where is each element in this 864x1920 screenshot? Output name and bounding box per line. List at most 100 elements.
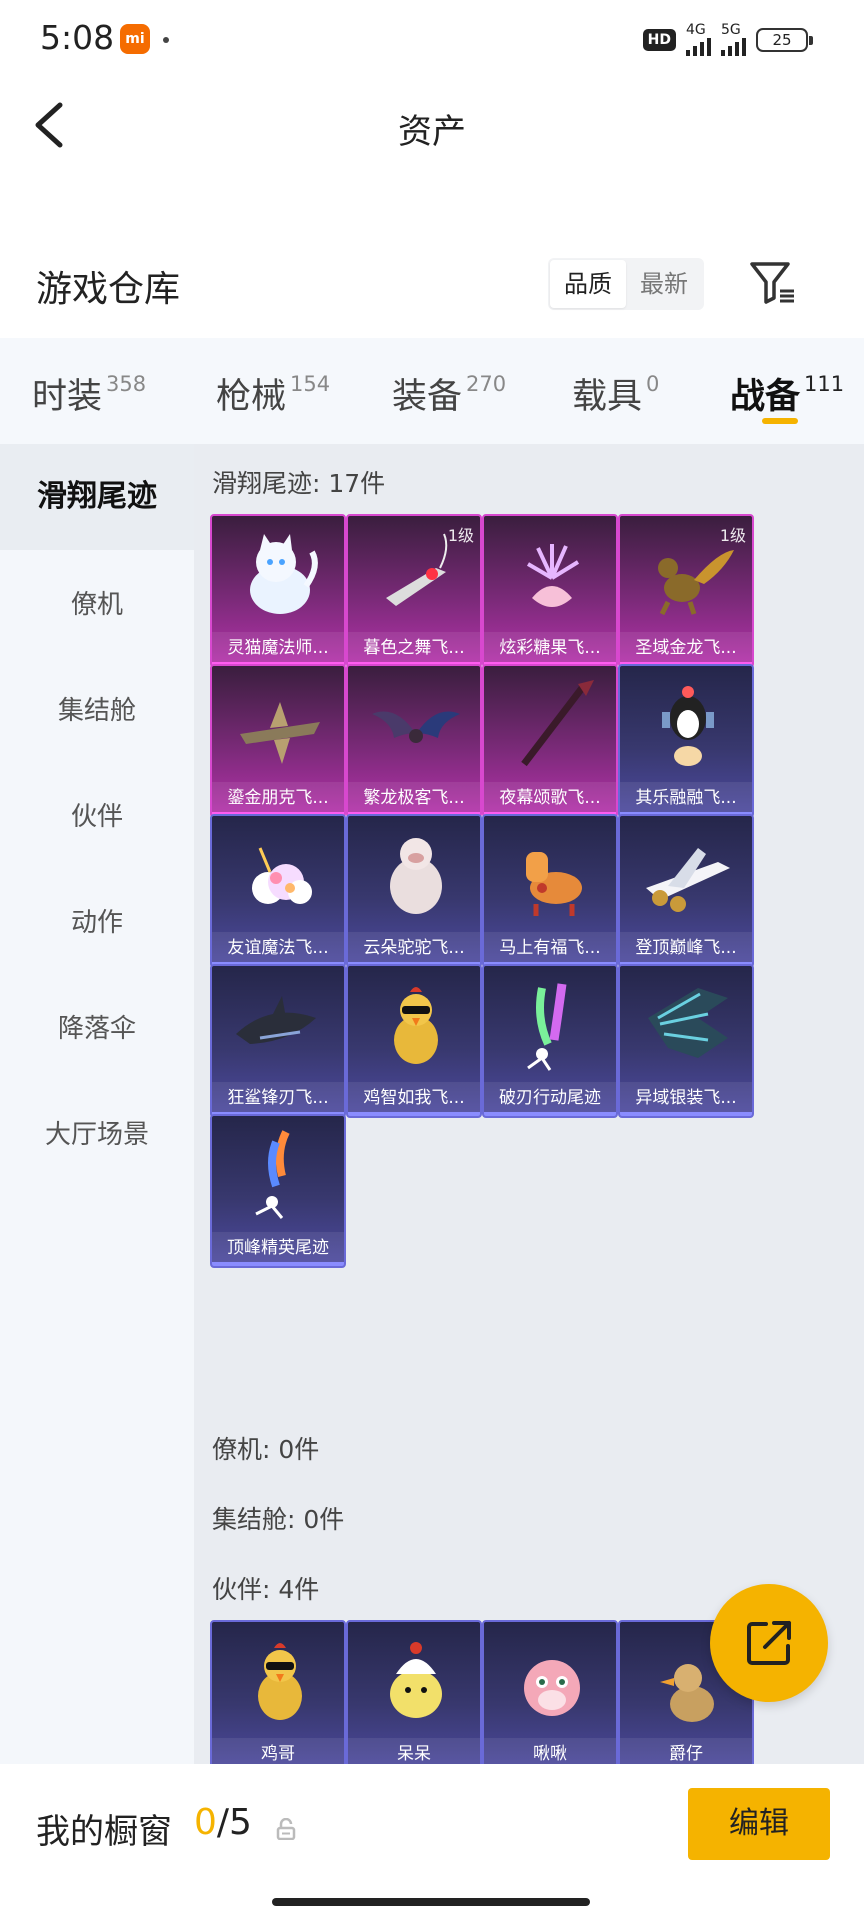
smoke-trail-icon — [527, 983, 567, 1071]
item-name: 友谊魔法飞... — [227, 938, 329, 958]
showcase-bar: 我的橱窗 0/5 编辑 — [0, 1764, 864, 1920]
item-card[interactable]: 顶峰精英尾迹 — [210, 1114, 346, 1268]
item-card[interactable]: 1级圣域金龙飞... — [618, 514, 754, 668]
rarity-bar — [212, 1262, 344, 1266]
bat-icon — [372, 711, 460, 743]
tab-firearms[interactable]: 枪械 154 — [216, 368, 330, 419]
item-name: 夜幕颂歌飞... — [499, 788, 601, 808]
tab-combat-prep[interactable]: 战备 111 — [730, 368, 844, 419]
sidebar-item-wingman[interactable]: 僚机 — [0, 580, 194, 630]
item-name: 鎏金朋克飞... — [227, 788, 329, 808]
item-name: 马上有福飞... — [499, 938, 601, 958]
item-card[interactable]: 夜幕颂歌飞... — [482, 664, 618, 818]
item-name: 爵仔 — [669, 1744, 703, 1764]
item-card[interactable]: 马上有福飞... — [482, 814, 618, 968]
item-card[interactable]: 呆呆 — [346, 1620, 482, 1764]
jet-icon — [646, 848, 730, 912]
section-label-partner: 伙伴: 4件 — [212, 1575, 320, 1604]
item-card[interactable]: 啾啾 — [482, 1620, 618, 1764]
section-label-assembly-pod: 集结舱: 0件 — [212, 1505, 345, 1534]
notification-dot-icon — [163, 37, 169, 43]
tab-label: 时装 — [32, 377, 103, 417]
horse-icon — [526, 852, 582, 916]
spear-icon — [521, 680, 594, 767]
item-card[interactable]: 狂鲨锋刃飞... — [210, 964, 346, 1118]
item-name: 繁龙极客飞... — [363, 788, 465, 808]
item-card[interactable]: 友谊魔法飞... — [210, 814, 346, 968]
item-card[interactable]: 其乐融融飞... — [618, 664, 754, 818]
item-card[interactable]: 异域银装飞... — [618, 964, 754, 1118]
cat-icon — [250, 534, 318, 614]
lock-icon — [276, 1818, 296, 1840]
showcase-count: 0/5 — [194, 1802, 252, 1843]
rarity-bar — [484, 1112, 616, 1116]
sidebar-item-partner[interactable]: 伙伴 — [0, 792, 194, 842]
app-root: 5:08 mi HD 4G 5G 25 资产 游戏仓库 品质 最新 时装 358… — [0, 0, 864, 1920]
item-card[interactable]: 破刃行动尾迹 — [482, 964, 618, 1118]
tab-label: 载具 — [572, 377, 643, 417]
item-card[interactable]: 炫彩糖果飞... — [482, 514, 618, 668]
sidebar-item-parachute[interactable]: 降落伞 — [0, 1004, 194, 1054]
battery-icon: 25 — [756, 28, 813, 52]
tab-equipment[interactable]: 装备 270 — [392, 368, 506, 419]
tab-count: 270 — [466, 372, 507, 396]
item-card[interactable]: 灵猫魔法师... — [210, 514, 346, 668]
hd-voice-icon: HD — [642, 29, 676, 51]
category-tabs: 时装 358 枪械 154 装备 270 载具 0 战备 111 — [0, 338, 864, 444]
item-name: 啾啾 — [533, 1744, 567, 1764]
alpaca-icon — [390, 838, 442, 914]
item-name: 云朵驼驼飞... — [363, 938, 465, 958]
level-badge: 1级 — [447, 526, 474, 545]
sort-quality-button[interactable]: 品质 — [550, 260, 626, 308]
bird-icon — [524, 1660, 580, 1716]
tab-vehicles[interactable]: 载具 0 — [572, 368, 659, 419]
chick-icon — [390, 1642, 442, 1718]
item-card[interactable]: 1级 暮色之舞飞... — [346, 514, 482, 668]
item-name: 鸡智如我飞... — [363, 1088, 465, 1108]
active-tab-indicator — [762, 418, 798, 424]
net-label-5g: 5G — [721, 22, 741, 38]
showcase-total: /5 — [216, 1802, 252, 1843]
sidebar-item-emote[interactable]: 动作 — [0, 898, 194, 948]
item-card[interactable]: 繁龙极客飞... — [346, 664, 482, 818]
level-badge: 1级 — [719, 526, 746, 545]
home-indicator — [272, 1898, 590, 1906]
item-name: 其乐融融飞... — [635, 788, 737, 808]
flame-trail-icon — [255, 1130, 290, 1219]
signal-4g-icon: 4G — [686, 23, 711, 56]
section-label-wingman: 僚机: 0件 — [212, 1435, 320, 1464]
tab-count: 154 — [290, 372, 331, 396]
status-time: 5:08 — [40, 18, 115, 57]
showcase-current: 0 — [194, 1802, 217, 1843]
filter-icon[interactable] — [748, 258, 796, 306]
warehouse-title: 游戏仓库 — [36, 269, 181, 310]
chicken-icon — [394, 987, 438, 1064]
item-name: 破刃行动尾迹 — [499, 1088, 601, 1108]
nav-bar: 资产 — [0, 80, 864, 170]
tab-label: 装备 — [392, 377, 463, 417]
edit-button[interactable]: 编辑 — [688, 1788, 830, 1860]
mi-app-icon: mi — [120, 24, 150, 54]
sidebar-item-assembly-pod[interactable]: 集结舱 — [0, 686, 194, 736]
aircraft-icon — [240, 702, 320, 764]
item-card[interactable]: 鸡哥 — [210, 1620, 346, 1764]
share-fab-button[interactable] — [710, 1584, 828, 1702]
showcase-label: 我的橱窗 — [36, 1812, 172, 1852]
sidebar-item-glide-trail[interactable]: 滑翔尾迹 — [0, 444, 194, 550]
sort-toggle: 品质 最新 — [548, 258, 704, 310]
sidebar-item-lobby-scene[interactable]: 大厅场景 — [0, 1110, 194, 1160]
item-name: 登顶巅峰飞... — [635, 938, 737, 958]
chicken-icon — [258, 1643, 302, 1720]
item-card[interactable]: 登顶巅峰飞... — [618, 814, 754, 968]
tab-label: 枪械 — [216, 377, 287, 417]
penguin-icon — [662, 686, 714, 766]
item-card[interactable]: 鎏金朋克飞... — [210, 664, 346, 818]
item-name: 炫彩糖果飞... — [499, 638, 601, 658]
item-card[interactable]: 鸡智如我飞... — [346, 964, 482, 1118]
item-name: 圣域金龙飞... — [635, 638, 737, 658]
share-out-icon — [747, 1621, 791, 1665]
sort-newest-button[interactable]: 最新 — [626, 260, 702, 308]
tab-fashion[interactable]: 时装 358 — [32, 368, 146, 419]
item-card[interactable]: 云朵驼驼飞... — [346, 814, 482, 968]
item-name: 灵猫魔法师... — [227, 638, 329, 658]
